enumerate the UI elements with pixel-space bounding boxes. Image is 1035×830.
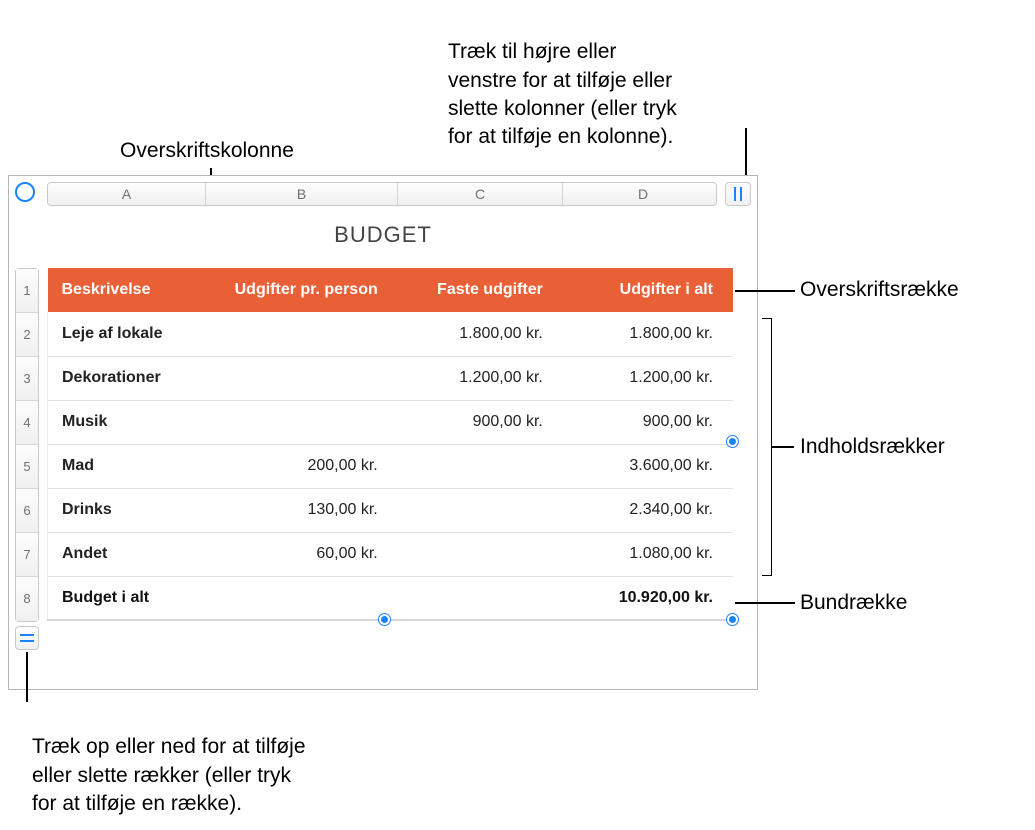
cell-fixed[interactable]: 1.800,00 kr. [398, 312, 563, 356]
cell-desc[interactable]: Budget i alt [48, 576, 206, 620]
cell-total[interactable]: 1.080,00 kr. [563, 532, 733, 576]
cell-total[interactable]: 900,00 kr. [563, 400, 733, 444]
col-header-d[interactable]: D [563, 183, 717, 205]
header-desc[interactable]: Beskrivelse [48, 268, 206, 312]
table-row[interactable]: Musik 900,00 kr. 900,00 kr. [48, 400, 734, 444]
table-row[interactable]: Dekorationer 1.200,00 kr. 1.200,00 kr. [48, 356, 734, 400]
table-corner-handle[interactable] [9, 176, 45, 212]
table-row[interactable]: Drinks 130,00 kr. 2.340,00 kr. [48, 488, 734, 532]
cell-per[interactable]: 60,00 kr. [206, 532, 398, 576]
row-header-2[interactable]: 2 [16, 313, 38, 357]
cell-desc[interactable]: Leje af lokale [48, 312, 206, 356]
callout-footer-row: Bundrække [800, 589, 907, 617]
callout-header-column: Overskriftskolonne [120, 137, 294, 165]
column-headers[interactable]: A B C D [47, 182, 717, 206]
cell-fixed[interactable] [398, 488, 563, 532]
table-row[interactable]: Leje af lokale 1.800,00 kr. 1.800,00 kr. [48, 312, 734, 356]
callout-header-row: Overskriftsrække [800, 276, 959, 304]
header-fixed[interactable]: Faste udgifter [398, 268, 563, 312]
selection-handle[interactable] [379, 614, 390, 625]
selection-handle[interactable] [727, 614, 738, 625]
cell-desc[interactable]: Drinks [48, 488, 206, 532]
col-header-b[interactable]: B [206, 183, 398, 205]
cell-desc[interactable]: Andet [48, 532, 206, 576]
cell-total[interactable]: 2.340,00 kr. [563, 488, 733, 532]
callout-body-rows: Indholdsrækker [800, 433, 945, 461]
cell-desc[interactable]: Dekorationer [48, 356, 206, 400]
cell-desc[interactable]: Mad [48, 444, 206, 488]
add-row-handle[interactable] [15, 626, 39, 650]
header-total[interactable]: Udgifter i alt [563, 268, 733, 312]
row-header-5[interactable]: 5 [16, 445, 38, 489]
cell-per[interactable] [206, 356, 398, 400]
cell-fixed[interactable]: 900,00 kr. [398, 400, 563, 444]
row-header-8[interactable]: 8 [16, 577, 38, 621]
cell-total[interactable]: 1.800,00 kr. [563, 312, 733, 356]
callout-drag-columns: Træk til højre eller venstre for at tilf… [448, 10, 768, 152]
header-row[interactable]: Beskrivelse Udgifter pr. person Faste ud… [48, 268, 734, 312]
row-header-6[interactable]: 6 [16, 489, 38, 533]
cell-total[interactable]: 1.200,00 kr. [563, 356, 733, 400]
callout-line [745, 128, 747, 178]
callout-drag-rows: Træk op eller ned for at tilføje eller s… [32, 705, 382, 818]
callout-line [735, 290, 795, 292]
body-rows-bracket [762, 318, 772, 576]
header-per[interactable]: Udgifter pr. person [206, 268, 398, 312]
cell-fixed[interactable]: 1.200,00 kr. [398, 356, 563, 400]
col-header-a[interactable]: A [48, 183, 206, 205]
row-header-3[interactable]: 3 [16, 357, 38, 401]
callout-line [772, 446, 794, 448]
cell-total[interactable]: 3.600,00 kr. [563, 444, 733, 488]
row-headers[interactable]: 1 2 3 4 5 6 7 8 [15, 268, 39, 622]
callout-line [735, 602, 795, 604]
table-row[interactable]: Mad 200,00 kr. 3.600,00 kr. [48, 444, 734, 488]
cell-fixed[interactable] [398, 532, 563, 576]
cell-fixed[interactable] [398, 444, 563, 488]
col-header-c[interactable]: C [398, 183, 563, 205]
callout-line [26, 652, 28, 702]
selection-handle[interactable] [727, 436, 738, 447]
cell-per[interactable]: 200,00 kr. [206, 444, 398, 488]
cell-per[interactable]: 130,00 kr. [206, 488, 398, 532]
table-row[interactable]: Andet 60,00 kr. 1.080,00 kr. [48, 532, 734, 576]
row-header-4[interactable]: 4 [16, 401, 38, 445]
budget-table[interactable]: Beskrivelse Udgifter pr. person Faste ud… [47, 268, 733, 621]
cell-per[interactable] [206, 576, 398, 620]
cell-per[interactable] [206, 400, 398, 444]
cell-total[interactable]: 10.920,00 kr. [563, 576, 733, 620]
table-title[interactable]: BUDGET [47, 222, 719, 248]
row-header-7[interactable]: 7 [16, 533, 38, 577]
row-header-1[interactable]: 1 [16, 269, 38, 313]
cell-per[interactable] [206, 312, 398, 356]
cell-fixed[interactable] [398, 576, 563, 620]
spreadsheet-frame: A B C D BUDGET 1 2 3 4 5 6 7 8 Beskrivel… [8, 175, 758, 690]
add-column-handle[interactable] [725, 182, 751, 206]
cell-desc[interactable]: Musik [48, 400, 206, 444]
footer-row[interactable]: Budget i alt 10.920,00 kr. [48, 576, 734, 620]
